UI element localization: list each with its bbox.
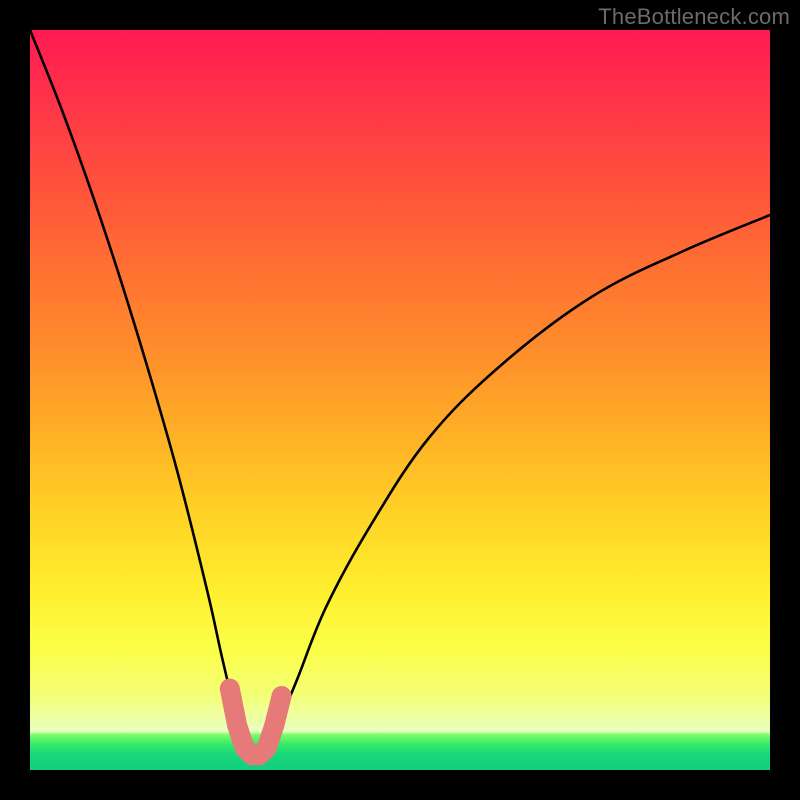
marker-path (230, 689, 282, 756)
plot-area (30, 30, 770, 770)
chart-frame: TheBottleneck.com (0, 0, 800, 800)
optimal-range-marker (30, 30, 770, 770)
watermark-text: TheBottleneck.com (598, 4, 790, 30)
